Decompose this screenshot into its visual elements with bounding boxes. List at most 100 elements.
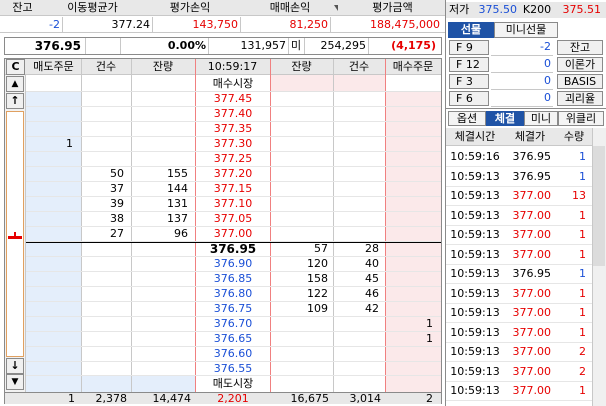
tab-mini[interactable]: 미니 bbox=[524, 111, 558, 126]
fkey-value: 0 bbox=[491, 73, 553, 90]
header-qty-right: 잔량 bbox=[291, 60, 312, 73]
trades-scroll-thumb[interactable] bbox=[593, 146, 605, 266]
bid-price[interactable]: 376.70 bbox=[196, 316, 270, 332]
tab-weekly[interactable]: 위클리 bbox=[558, 111, 604, 126]
bid-price[interactable]: 376.90 bbox=[196, 256, 270, 272]
header-buy-order: 매수주문 bbox=[392, 60, 434, 73]
tab-mini-futures[interactable]: 미니선물 bbox=[494, 22, 558, 38]
header-time: 10:59:17 bbox=[207, 60, 258, 73]
trade-price: 376.95 bbox=[512, 169, 552, 183]
total-buy-order: 2 bbox=[426, 392, 433, 405]
sell-market-label[interactable]: 매도시장 bbox=[196, 376, 270, 392]
bid-price[interactable]: 376.65 bbox=[196, 331, 270, 347]
fkey-value: -2 bbox=[491, 39, 553, 56]
total-sell-order: 1 bbox=[68, 392, 75, 405]
scroll-up-button[interactable]: ▲ bbox=[6, 76, 24, 92]
ask-price[interactable]: 377.20 bbox=[196, 166, 270, 182]
k200-value: 375.51 bbox=[562, 3, 602, 16]
scroll-down-button[interactable]: ▼ bbox=[6, 374, 24, 390]
trade-time: 10:59:13 bbox=[450, 306, 500, 319]
ask-price[interactable]: 377.30 bbox=[196, 136, 270, 152]
header-qty-left: 잔량 bbox=[152, 60, 174, 73]
scroll-marker-stem bbox=[14, 232, 16, 238]
total-qty-right: 16,675 bbox=[290, 392, 330, 405]
trade-price: 377.00 bbox=[512, 345, 552, 358]
ask-qty-bg bbox=[270, 74, 385, 92]
quote-change-pct: 0.00% bbox=[167, 39, 206, 52]
fkey-action-button[interactable]: 잔고 bbox=[557, 40, 603, 55]
fkey-button[interactable]: F 12 bbox=[449, 57, 489, 72]
ask-price[interactable]: 377.15 bbox=[196, 181, 270, 197]
fkey-action-button[interactable]: BASIS bbox=[557, 74, 603, 89]
bid-qty: 122 bbox=[307, 287, 328, 300]
quote-oi-label: 미 bbox=[290, 39, 302, 52]
position-avg-price: 377.24 bbox=[111, 18, 151, 31]
bid-count: 42 bbox=[365, 302, 379, 315]
scroll-page-down-button[interactable]: ↓ bbox=[6, 358, 24, 374]
quote-volume: 131,957 bbox=[240, 39, 287, 52]
ask-price[interactable]: 377.35 bbox=[196, 121, 270, 137]
quote-price: 376.95 bbox=[34, 39, 81, 53]
ask-count: 39 bbox=[110, 197, 124, 210]
trade-qty: 1 bbox=[579, 306, 586, 319]
ask-price[interactable]: 377.00 bbox=[196, 226, 270, 242]
bid-qty: 158 bbox=[307, 272, 328, 285]
header-c-button[interactable]: C bbox=[6, 59, 25, 75]
trade-qty: 1 bbox=[579, 325, 586, 339]
quote-open-interest: 254,295 bbox=[320, 39, 367, 52]
trade-qty: 1 bbox=[579, 208, 586, 222]
ask-count: 50 bbox=[110, 167, 124, 180]
bid-buy-order[interactable]: 1 bbox=[385, 316, 437, 332]
trade-price: 377.00 bbox=[512, 384, 552, 397]
trade-price: 377.00 bbox=[512, 208, 552, 222]
fkey-action-button[interactable]: 이론가 bbox=[557, 57, 603, 72]
ask-price[interactable]: 377.25 bbox=[196, 151, 270, 167]
quote-oi-change: (4,175) bbox=[391, 39, 436, 52]
low-value: 375.50 bbox=[478, 3, 518, 16]
ask-price[interactable]: 377.45 bbox=[196, 91, 270, 107]
ask-qty: 137 bbox=[167, 212, 188, 225]
ask-price[interactable]: 377.40 bbox=[196, 106, 270, 122]
ask-price[interactable]: 377.05 bbox=[196, 211, 270, 227]
position-eval-pl: 143,750 bbox=[192, 18, 239, 31]
k200-label: K200 bbox=[522, 3, 552, 16]
scroll-page-up-button[interactable]: ↑ bbox=[6, 93, 24, 109]
fkey-button[interactable]: F 9 bbox=[449, 40, 489, 55]
ask-qty: 144 bbox=[167, 182, 188, 195]
position-balance: -2 bbox=[49, 18, 60, 31]
trade-time: 10:59:13 bbox=[450, 247, 500, 261]
trade-time: 10:59:13 bbox=[450, 189, 500, 202]
bid-price[interactable]: 376.85 bbox=[196, 271, 270, 287]
current-price[interactable]: 376.95 bbox=[196, 241, 270, 257]
trade-price: 377.00 bbox=[512, 286, 552, 300]
bid-count: 45 bbox=[365, 272, 379, 285]
tab-trades[interactable]: 체결 bbox=[486, 111, 524, 126]
fkey-value: 0 bbox=[491, 90, 553, 107]
tab-options[interactable]: 옵션 bbox=[448, 111, 486, 126]
trade-time: 10:59:13 bbox=[450, 286, 500, 300]
ask-sell-order[interactable]: 1 bbox=[26, 136, 76, 152]
buy-market-label[interactable]: 매수시장 bbox=[196, 76, 270, 92]
ask-count: 37 bbox=[110, 182, 124, 195]
bid-price[interactable]: 376.60 bbox=[196, 346, 270, 362]
tab-futures[interactable]: 선물 bbox=[448, 22, 494, 38]
trade-qty: 1 bbox=[579, 150, 586, 163]
fkey-value: 0 bbox=[491, 56, 553, 73]
trades-header-time: 체결시간 bbox=[454, 130, 496, 143]
bid-price[interactable]: 376.75 bbox=[196, 301, 270, 317]
ask-count: 27 bbox=[110, 227, 124, 240]
bid-buy-order[interactable]: 1 bbox=[385, 331, 437, 347]
bid-price[interactable]: 376.80 bbox=[196, 286, 270, 302]
fkey-button[interactable]: F 3 bbox=[449, 74, 489, 89]
fkey-action-button[interactable]: 괴리율 bbox=[557, 91, 603, 106]
total-count-left: 2,378 bbox=[95, 392, 128, 405]
trade-time: 10:59:13 bbox=[450, 364, 500, 378]
position-header-eval-pl: 평가손익 bbox=[169, 1, 211, 14]
total-count-right: 3,014 bbox=[349, 392, 382, 405]
trade-qty: 2 bbox=[579, 345, 586, 358]
fkey-button[interactable]: F 6 bbox=[449, 91, 489, 106]
ask-price[interactable]: 377.10 bbox=[196, 196, 270, 212]
trade-time: 10:59:13 bbox=[450, 228, 500, 241]
position-header-trade-pl: 매매손익 bbox=[269, 1, 311, 14]
sort-triangle-icon bbox=[334, 5, 338, 11]
